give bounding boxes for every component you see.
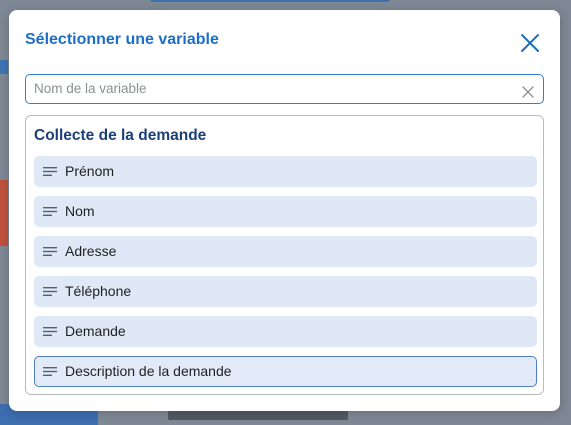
variable-label: Nom xyxy=(65,203,95,219)
text-lines-icon xyxy=(43,367,57,376)
search-field xyxy=(25,74,544,104)
background-element xyxy=(0,60,8,74)
variable-label: Prénom xyxy=(65,163,115,179)
text-lines-icon xyxy=(43,167,57,176)
search-input[interactable] xyxy=(34,75,514,102)
close-icon xyxy=(521,34,539,52)
variable-item-description-de-la-demande[interactable]: Description de la demande xyxy=(34,356,537,387)
variable-label: Téléphone xyxy=(65,283,132,299)
text-lines-icon xyxy=(43,207,57,216)
text-lines-icon xyxy=(43,247,57,256)
variable-label: Demande xyxy=(65,323,126,339)
dialog-title: Sélectionner une variable xyxy=(25,31,219,48)
text-lines-icon xyxy=(43,327,57,336)
variable-item-adresse[interactable]: Adresse xyxy=(34,236,537,267)
background-element xyxy=(0,180,8,246)
variable-item-telephone[interactable]: Téléphone xyxy=(34,276,537,307)
close-button[interactable] xyxy=(518,31,542,55)
variable-list: Collecte de la demande Prénom Nom Adress… xyxy=(25,115,544,395)
variable-item-demande[interactable]: Demande xyxy=(34,316,537,347)
clear-search-button[interactable] xyxy=(522,83,534,98)
select-variable-dialog: Sélectionner une variable Collecte de la… xyxy=(9,10,560,411)
variable-item-prenom[interactable]: Prénom xyxy=(34,156,537,187)
background-text xyxy=(168,410,348,420)
clear-icon xyxy=(522,86,534,98)
text-lines-icon xyxy=(43,287,57,296)
background-link xyxy=(150,0,390,2)
variable-label: Adresse xyxy=(65,243,117,259)
variable-item-nom[interactable]: Nom xyxy=(34,196,537,227)
variable-label: Description de la demande xyxy=(65,363,232,379)
group-title: Collecte de la demande xyxy=(34,127,207,144)
